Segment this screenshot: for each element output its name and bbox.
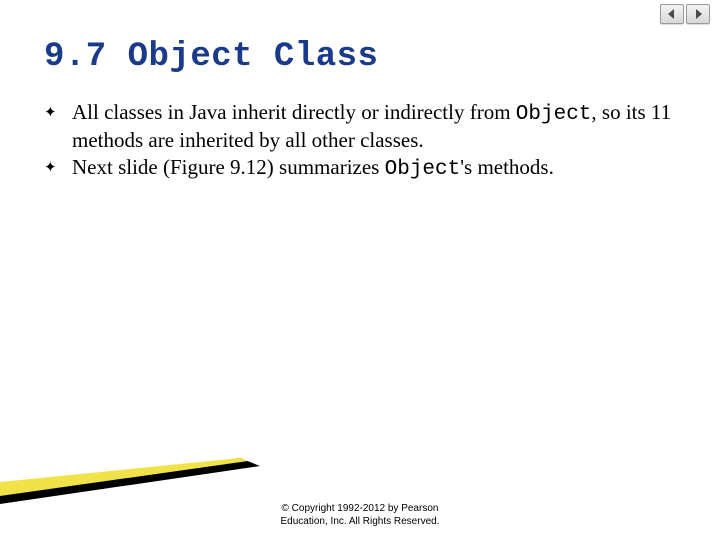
bullet-item: ✦ Next slide (Figure 9.12) summarizes Ob… xyxy=(44,155,680,183)
code-run: Object xyxy=(516,103,592,126)
bullet-marker: ✦ xyxy=(44,100,72,122)
next-slide-button[interactable] xyxy=(686,4,710,24)
text-run: All classes in Java inherit directly or … xyxy=(72,100,516,124)
text-run: Next slide (Figure 9.12) summarizes xyxy=(72,155,385,179)
bullet-text: All classes in Java inherit directly or … xyxy=(72,100,680,153)
arrow-right-icon xyxy=(692,8,704,20)
slide-body: ✦ All classes in Java inherit directly o… xyxy=(44,100,680,185)
text-run: 's methods. xyxy=(460,155,554,179)
bullet-item: ✦ All classes in Java inherit directly o… xyxy=(44,100,680,153)
bullet-marker: ✦ xyxy=(44,155,72,177)
nav-buttons xyxy=(660,4,710,24)
copyright-text: © Copyright 1992-2012 by Pearson Educati… xyxy=(0,503,720,528)
bullet-text: Next slide (Figure 9.12) summarizes Obje… xyxy=(72,155,680,183)
slide: 9.7 Object Class ✦ All classes in Java i… xyxy=(0,0,720,540)
code-run: Object xyxy=(385,158,461,181)
slide-title: 9.7 Object Class xyxy=(44,38,378,76)
arrow-left-icon xyxy=(666,8,678,20)
prev-slide-button[interactable] xyxy=(660,4,684,24)
corner-decoration xyxy=(0,458,260,504)
